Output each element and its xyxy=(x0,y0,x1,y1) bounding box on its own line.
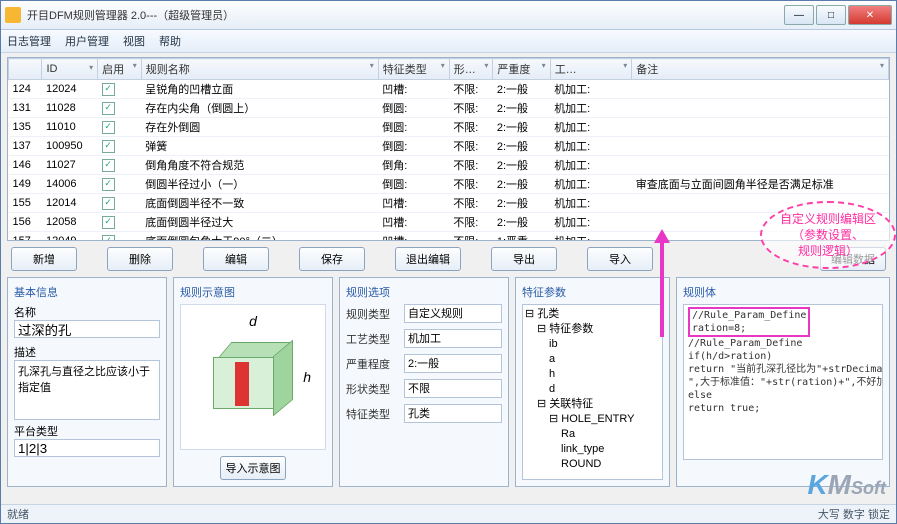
table-row[interactable]: 12412024✓呈锐角的凹槽立面凹槽:不限:2:一般机加工: xyxy=(9,80,889,99)
feature-select[interactable]: 孔类 xyxy=(404,404,502,423)
tree-node[interactable]: ROUND xyxy=(525,457,660,472)
ruletype-label: 规则类型 xyxy=(346,306,400,322)
column-header[interactable]: 启用▾ xyxy=(98,59,142,80)
tree-node[interactable]: Ra xyxy=(525,427,660,442)
edit-data-button[interactable]: 编辑数据 xyxy=(820,247,886,271)
tree-node[interactable]: link_type xyxy=(525,442,660,457)
enable-checkbox[interactable]: ✓ xyxy=(102,102,115,115)
options-header: 规则选项 xyxy=(346,284,502,300)
rule-code-editor[interactable]: //Rule_Param_Define ration=8; //Rule_Par… xyxy=(683,304,883,460)
menu-user[interactable]: 用户管理 xyxy=(65,33,109,49)
menubar: 日志管理 用户管理 视图 帮助 xyxy=(1,30,896,53)
column-header[interactable] xyxy=(9,59,42,80)
tree-node[interactable]: ⊟ HOLE_ENTRY xyxy=(525,412,660,427)
severity-select[interactable]: 2:一般 xyxy=(404,354,502,373)
name-label: 名称 xyxy=(14,304,160,320)
enable-checkbox[interactable]: ✓ xyxy=(102,121,115,134)
shape-select[interactable]: 不限 xyxy=(404,379,502,398)
tree-node[interactable]: ⊟ 关联特征 xyxy=(525,397,660,412)
maximize-button[interactable]: □ xyxy=(816,5,846,25)
feature-param-header: 特征参数 xyxy=(522,284,663,300)
tree-node[interactable]: ⊟ 特征参数 xyxy=(525,322,660,337)
enable-checkbox[interactable]: ✓ xyxy=(102,197,115,210)
diagram-image: d h xyxy=(180,304,326,450)
add-button[interactable]: 新增 xyxy=(11,247,77,271)
delete-button[interactable]: 删除 xyxy=(107,247,173,271)
column-header[interactable]: ID▾ xyxy=(42,59,98,80)
column-header[interactable]: 严重度▾ xyxy=(493,59,550,80)
save-button[interactable]: 保存 xyxy=(299,247,365,271)
annotation-arrow-head xyxy=(654,229,670,243)
exit-edit-button[interactable]: 退出编辑 xyxy=(395,247,461,271)
enable-checkbox[interactable]: ✓ xyxy=(102,159,115,172)
enable-checkbox[interactable]: ✓ xyxy=(102,83,115,96)
annotation-arrow-stem xyxy=(660,237,664,337)
table-row[interactable]: 15712049✓底面倒圆包角大于90°（二）凹槽:不限:1:严重机加工: xyxy=(9,232,889,242)
name-input[interactable] xyxy=(14,320,160,338)
ruletype-select[interactable]: 自定义规则 xyxy=(404,304,502,323)
diagram-panel: 规则示意图 d h 导入示意图 xyxy=(173,277,333,487)
enable-checkbox[interactable]: ✓ xyxy=(102,140,115,153)
column-header[interactable]: 工…▾ xyxy=(550,59,632,80)
menu-view[interactable]: 视图 xyxy=(123,33,145,49)
tree-node[interactable]: d xyxy=(525,382,660,397)
column-header[interactable]: 规则名称▾ xyxy=(141,59,378,80)
table-row[interactable]: 137100950✓弹簧倒圆:不限:2:一般机加工: xyxy=(9,137,889,156)
column-header[interactable]: 形…▾ xyxy=(449,59,493,80)
basic-info-panel: 基本信息 名称 描述 平台类型 xyxy=(7,277,167,487)
import-button[interactable]: 导入 xyxy=(587,247,653,271)
options-panel: 规则选项 规则类型自定义规则 工艺类型机加工 严重程度2:一般 形状类型不限 特… xyxy=(339,277,509,487)
diagram-d-label: d xyxy=(249,313,257,329)
tree-node[interactable]: a xyxy=(525,352,660,367)
rules-grid[interactable]: ID▾启用▾规则名称▾特征类型▾形…▾严重度▾工…▾备注▾ 12412024✓呈… xyxy=(7,57,890,241)
app-window: 开目DFM规则管理器 2.0---（超级管理员） — □ ✕ 日志管理 用户管理… xyxy=(0,0,897,524)
proctype-select[interactable]: 机加工 xyxy=(404,329,502,348)
table-row[interactable]: 13111028✓存在内尖角（倒圆上）倒圆:不限:2:一般机加工: xyxy=(9,99,889,118)
table-row[interactable]: 15612058✓底面倒圆半径过大凹槽:不限:2:一般机加工: xyxy=(9,213,889,232)
tree-node[interactable]: ⊟ 孔类 xyxy=(525,307,660,322)
rule-body-panel: 规则体 //Rule_Param_Define ration=8; //Rule… xyxy=(676,277,890,487)
feature-tree[interactable]: ⊟ 孔类⊟ 特征参数ibahd⊟ 关联特征⊟ HOLE_ENTRYRalink_… xyxy=(522,304,663,480)
menu-log[interactable]: 日志管理 xyxy=(7,33,51,49)
detail-area: 基本信息 名称 描述 平台类型 规则示意图 d h 导入示意图 规则选项 规则类… xyxy=(1,277,896,491)
edit-button[interactable]: 编辑 xyxy=(203,247,269,271)
feature-param-panel: 特征参数 ⊟ 孔类⊟ 特征参数ibahd⊟ 关联特征⊟ HOLE_ENTRYRa… xyxy=(515,277,670,487)
tree-node[interactable]: h xyxy=(525,367,660,382)
table-row[interactable]: 15512014✓底面倒圆半径不一致凹槽:不限:2:一般机加工: xyxy=(9,194,889,213)
shape-label: 形状类型 xyxy=(346,381,400,397)
table-row[interactable]: 14914006✓倒圆半径过小（一）倒圆:不限:2:一般机加工:审查底面与立面间… xyxy=(9,175,889,194)
status-left: 就绪 xyxy=(7,506,29,522)
statusbar: 就绪 大写 数字 锁定 xyxy=(1,504,896,523)
enable-checkbox[interactable]: ✓ xyxy=(102,178,115,191)
diagram-header: 规则示意图 xyxy=(180,284,326,300)
app-icon xyxy=(5,7,21,23)
menu-help[interactable]: 帮助 xyxy=(159,33,181,49)
export-button[interactable]: 导出 xyxy=(491,247,557,271)
import-diagram-button[interactable]: 导入示意图 xyxy=(220,456,286,480)
tree-node[interactable]: ib xyxy=(525,337,660,352)
close-button[interactable]: ✕ xyxy=(848,5,892,25)
feature-label: 特征类型 xyxy=(346,406,400,422)
titlebar: 开目DFM规则管理器 2.0---（超级管理员） — □ ✕ xyxy=(1,1,896,30)
column-header[interactable]: 特征类型▾ xyxy=(378,59,449,80)
platform-label: 平台类型 xyxy=(14,423,160,439)
window-title: 开目DFM规则管理器 2.0---（超级管理员） xyxy=(27,7,784,23)
desc-label: 描述 xyxy=(14,344,160,360)
table-row[interactable]: 14611027✓倒角角度不符合规范倒角:不限:2:一般机加工: xyxy=(9,156,889,175)
proctype-label: 工艺类型 xyxy=(346,331,400,347)
rule-body-header: 规则体 xyxy=(683,284,883,300)
diagram-h-label: h xyxy=(303,369,311,385)
toolbar: 新增 删除 编辑 保存 退出编辑 导出 导入 编辑数据 xyxy=(1,241,896,277)
severity-label: 严重程度 xyxy=(346,356,400,372)
basic-info-header: 基本信息 xyxy=(14,284,160,300)
minimize-button[interactable]: — xyxy=(784,5,814,25)
table-row[interactable]: 13511010✓存在外倒圆倒圆:不限:2:一般机加工: xyxy=(9,118,889,137)
status-right: 大写 数字 锁定 xyxy=(818,506,890,522)
column-header[interactable]: 备注▾ xyxy=(632,59,889,80)
platform-input[interactable] xyxy=(14,439,160,457)
enable-checkbox[interactable]: ✓ xyxy=(102,216,115,229)
desc-input[interactable] xyxy=(14,360,160,420)
